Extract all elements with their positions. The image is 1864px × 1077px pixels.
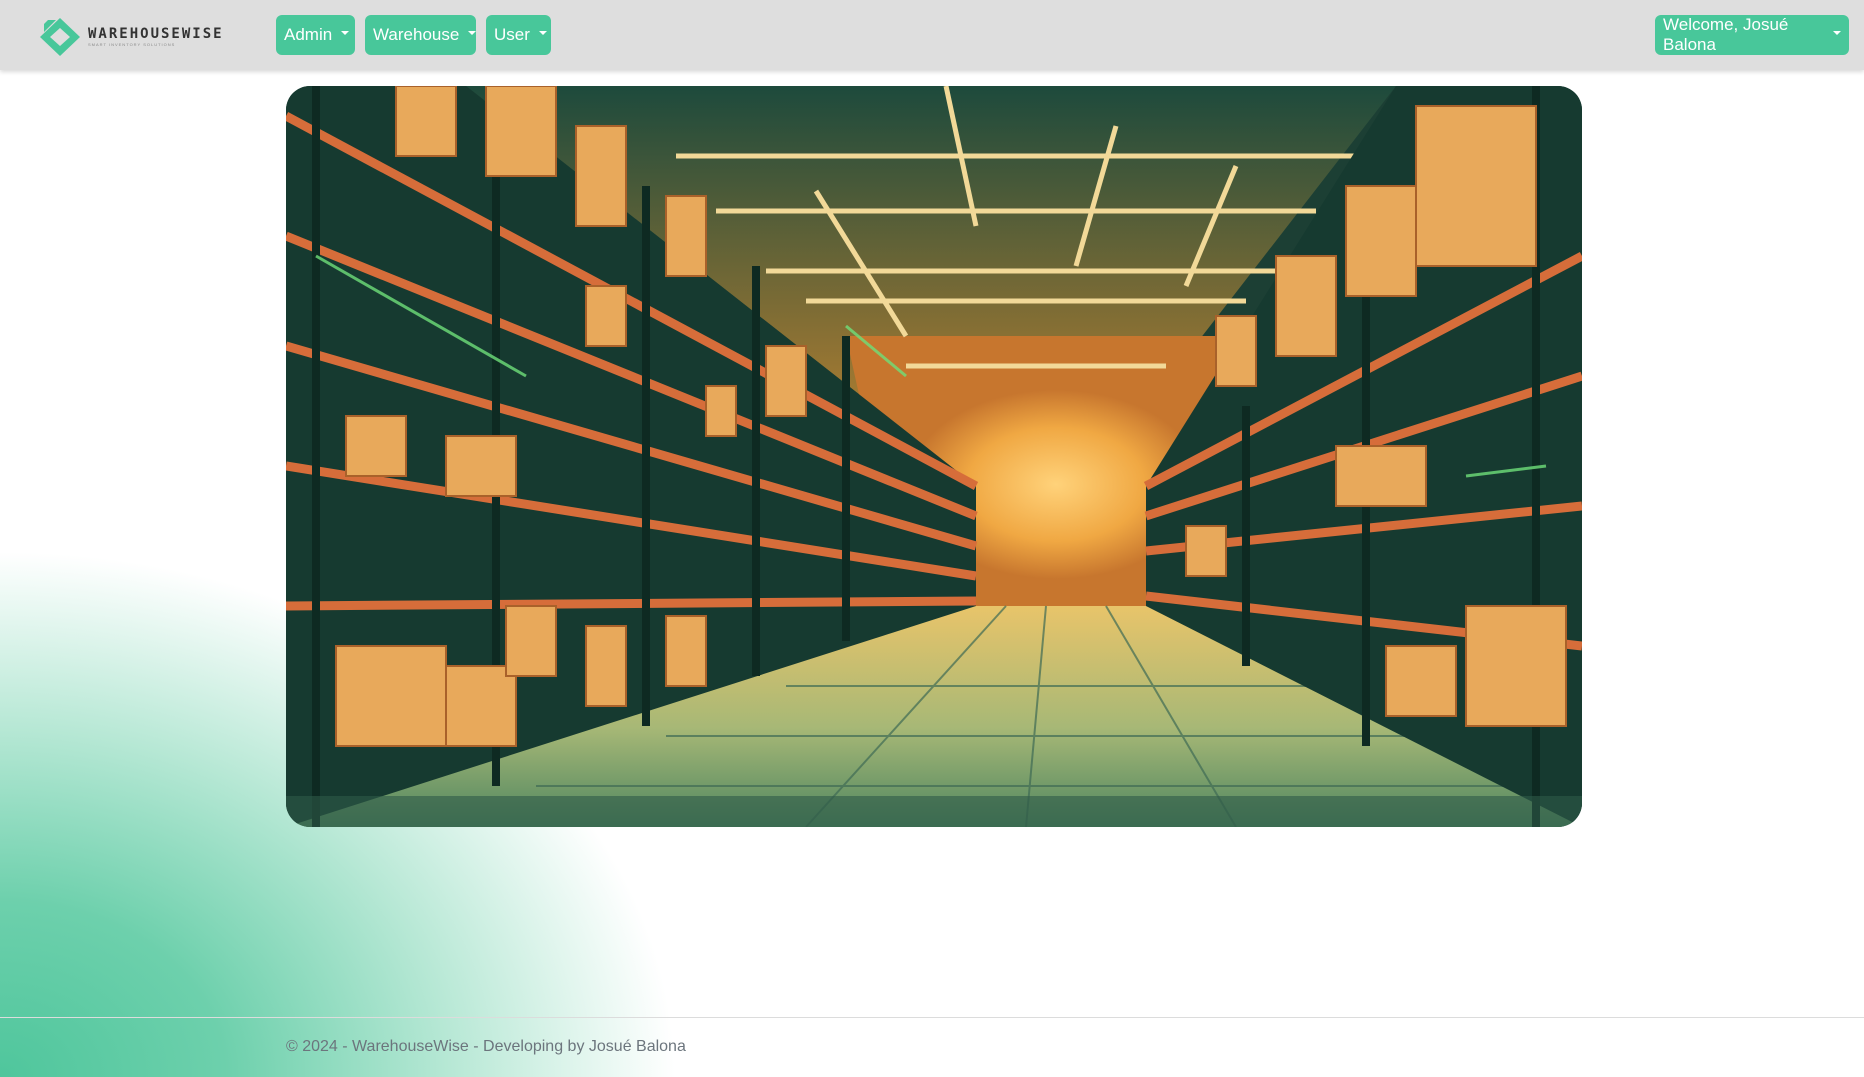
user-menu-button[interactable]: User: [486, 15, 551, 55]
footer-copyright: © 2024 - WarehouseWise - Developing by J…: [286, 1038, 686, 1055]
admin-menu-label: Admin: [284, 25, 333, 44]
caret-down-icon: [468, 31, 477, 35]
caret-down-icon: [1833, 31, 1841, 35]
diamond-logo-icon: [40, 18, 80, 56]
top-navbar: WAREHOUSEWISE SMART INVENTORY SOLUTIONS …: [0, 0, 1864, 70]
caret-down-icon: [538, 31, 547, 35]
brand-tagline: SMART INVENTORY SOLUTIONS: [88, 42, 176, 47]
footer-divider: [0, 1017, 1864, 1018]
admin-menu-button[interactable]: Admin: [276, 15, 355, 55]
brand-logo[interactable]: WAREHOUSEWISE SMART INVENTORY SOLUTIONS: [38, 16, 224, 58]
warehouse-menu-label: Warehouse: [373, 25, 460, 44]
warehouse-menu-button[interactable]: Warehouse: [365, 15, 477, 55]
warehouse-illustration: [286, 86, 1582, 827]
caret-down-icon: [341, 31, 350, 35]
brand-name: WAREHOUSEWISE: [88, 26, 224, 42]
user-menu-label: User: [494, 25, 530, 44]
hero-warehouse-image: [286, 86, 1582, 827]
welcome-label: Welcome, Josué Balona: [1663, 15, 1789, 54]
account-menu-button[interactable]: Welcome, Josué Balona: [1655, 15, 1849, 55]
